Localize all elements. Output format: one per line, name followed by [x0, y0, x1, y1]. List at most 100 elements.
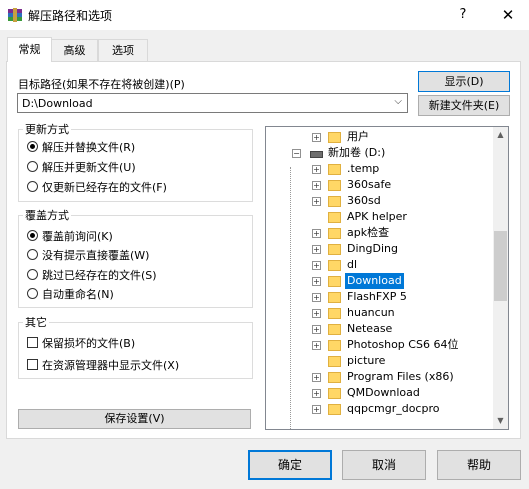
expand-plus-icon[interactable]: +	[312, 341, 321, 350]
tree-item-label[interactable]: Program Files (x86)	[347, 369, 454, 385]
tree-item-label[interactable]: 用户	[347, 129, 369, 145]
close-icon[interactable]: ✕	[497, 5, 519, 25]
radio-icon[interactable]	[27, 269, 38, 280]
tree-item[interactable]: + apk检查	[266, 225, 494, 241]
overwrite-ask-radio[interactable]: 覆盖前询问(K)	[27, 228, 113, 245]
tree-item[interactable]: + QMDownload	[266, 385, 494, 401]
expand-plus-icon[interactable]: +	[312, 309, 321, 318]
chevron-down-icon[interactable]: ⌵	[394, 96, 402, 107]
target-path-combobox[interactable]: D:\Download ⌵	[17, 93, 408, 113]
tree-item[interactable]: − 新加卷 (D:)	[266, 145, 494, 161]
folder-icon	[328, 356, 341, 367]
tree-item-label[interactable]: QMDownload	[347, 385, 420, 401]
tree-item-label[interactable]: Photoshop CS6 64位	[347, 337, 458, 353]
checkbox-icon[interactable]	[27, 359, 38, 370]
radio-icon[interactable]	[27, 181, 38, 192]
checkbox-label: 在资源管理器中显示文件(X)	[42, 359, 180, 372]
tree-item-label[interactable]: APK helper	[347, 209, 407, 225]
folder-tree[interactable]: + 用户 − 新加卷 (D:) + .temp +360safe +360sd APK help…	[265, 126, 509, 430]
tree-item-label[interactable]: 360safe	[347, 177, 391, 193]
tree-item[interactable]: +360safe	[266, 177, 494, 193]
folder-icon	[328, 180, 341, 191]
expand-plus-icon[interactable]: +	[312, 293, 321, 302]
folder-icon	[328, 228, 341, 239]
tree-item-label[interactable]: Netease	[347, 321, 392, 337]
expand-plus-icon[interactable]: +	[312, 261, 321, 270]
tree-item-label[interactable]: Download	[345, 273, 404, 289]
update-fresh-radio[interactable]: 解压并更新文件(U)	[27, 159, 136, 176]
tree-scrollbar[interactable]: ▲ ▼	[493, 127, 508, 429]
window-title: 解压路径和选项	[28, 9, 113, 23]
scroll-down-icon[interactable]: ▼	[493, 413, 508, 429]
update-existing-radio[interactable]: 仅更新已经存在的文件(F)	[27, 179, 167, 196]
checkbox-icon[interactable]	[27, 337, 38, 348]
folder-icon	[328, 132, 341, 143]
cancel-button[interactable]: 取消	[342, 450, 426, 480]
scroll-up-icon[interactable]: ▲	[493, 127, 508, 143]
tab-advanced[interactable]: 高级	[51, 39, 98, 61]
tree-item[interactable]: + Photoshop CS6 64位	[266, 337, 494, 353]
overwrite-mode-title: 覆盖方式	[23, 207, 71, 223]
expand-plus-icon[interactable]: +	[312, 133, 321, 142]
target-path-value[interactable]: D:\Download	[22, 97, 93, 110]
expand-plus-icon[interactable]: +	[312, 245, 321, 254]
tree-item[interactable]: + Program Files (x86)	[266, 369, 494, 385]
tree-item-label[interactable]: .temp	[347, 161, 379, 177]
tree-item[interactable]: + dl	[266, 257, 494, 273]
collapse-minus-icon[interactable]: −	[292, 149, 301, 158]
tree-item-label[interactable]: 新加卷 (D:)	[328, 145, 385, 161]
ok-button[interactable]: 确定	[248, 450, 332, 480]
tree-item-label[interactable]: apk检查	[347, 225, 389, 241]
show-in-explorer-checkbox[interactable]: 在资源管理器中显示文件(X)	[27, 357, 179, 374]
tree-item[interactable]: + 用户	[266, 129, 494, 145]
expand-plus-icon[interactable]: +	[312, 405, 321, 414]
folder-icon	[328, 388, 341, 399]
new-folder-button[interactable]: 新建文件夹(E)	[418, 95, 510, 116]
tree-item[interactable]: + Netease	[266, 321, 494, 337]
expand-plus-icon[interactable]: +	[312, 181, 321, 190]
tree-item[interactable]: +360sd	[266, 193, 494, 209]
tree-item-label[interactable]: qqpcmgr_docpro	[347, 401, 439, 417]
expand-plus-icon[interactable]: +	[312, 229, 321, 238]
tree-item-label[interactable]: picture	[347, 353, 385, 369]
auto-rename-radio[interactable]: 自动重命名(N)	[27, 286, 114, 303]
update-replace-radio[interactable]: 解压并替换文件(R)	[27, 139, 135, 156]
expand-plus-icon[interactable]: +	[312, 389, 321, 398]
tree-item[interactable]: picture	[266, 353, 494, 369]
show-button[interactable]: 显示(D)	[418, 71, 510, 92]
radio-checked-icon[interactable]	[27, 141, 38, 152]
radio-checked-icon[interactable]	[27, 230, 38, 241]
expand-plus-icon[interactable]: +	[312, 277, 321, 286]
radio-label: 解压并更新文件(U)	[42, 161, 136, 174]
save-settings-button[interactable]: 保存设置(V)	[18, 409, 251, 429]
tree-item[interactable]: APK helper	[266, 209, 494, 225]
help-question-icon[interactable]: ?	[452, 5, 474, 25]
scroll-thumb[interactable]	[494, 231, 507, 301]
tree-item[interactable]: + .temp	[266, 161, 494, 177]
tree-item[interactable]: + huancun	[266, 305, 494, 321]
radio-icon[interactable]	[27, 249, 38, 260]
update-mode-title: 更新方式	[23, 121, 71, 137]
overwrite-all-radio[interactable]: 没有提示直接覆盖(W)	[27, 247, 149, 264]
tree-item-label[interactable]: DingDing	[347, 241, 398, 257]
expand-plus-icon[interactable]: +	[312, 165, 321, 174]
tab-general[interactable]: 常规	[7, 37, 52, 62]
expand-plus-icon[interactable]: +	[312, 373, 321, 382]
tab-options[interactable]: 选项	[98, 39, 148, 61]
radio-icon[interactable]	[27, 161, 38, 172]
expand-plus-icon[interactable]: +	[312, 197, 321, 206]
tree-item-label[interactable]: 360sd	[347, 193, 381, 209]
folder-icon	[328, 244, 341, 255]
tree-item[interactable]: + qqpcmgr_docpro	[266, 401, 494, 417]
tree-item[interactable]: + FlashFXP 5	[266, 289, 494, 305]
tree-item-label[interactable]: dl	[347, 257, 357, 273]
keep-broken-checkbox[interactable]: 保留损坏的文件(B)	[27, 335, 135, 352]
tree-item[interactable]: + DingDing	[266, 241, 494, 257]
skip-existing-radio[interactable]: 跳过已经存在的文件(S)	[27, 267, 157, 284]
help-button[interactable]: 帮助	[437, 450, 521, 480]
tree-item[interactable]: + Download	[266, 273, 494, 289]
tree-item-label[interactable]: huancun	[347, 305, 395, 321]
radio-icon[interactable]	[27, 288, 38, 299]
tree-item-label[interactable]: FlashFXP 5	[347, 289, 407, 305]
expand-plus-icon[interactable]: +	[312, 325, 321, 334]
